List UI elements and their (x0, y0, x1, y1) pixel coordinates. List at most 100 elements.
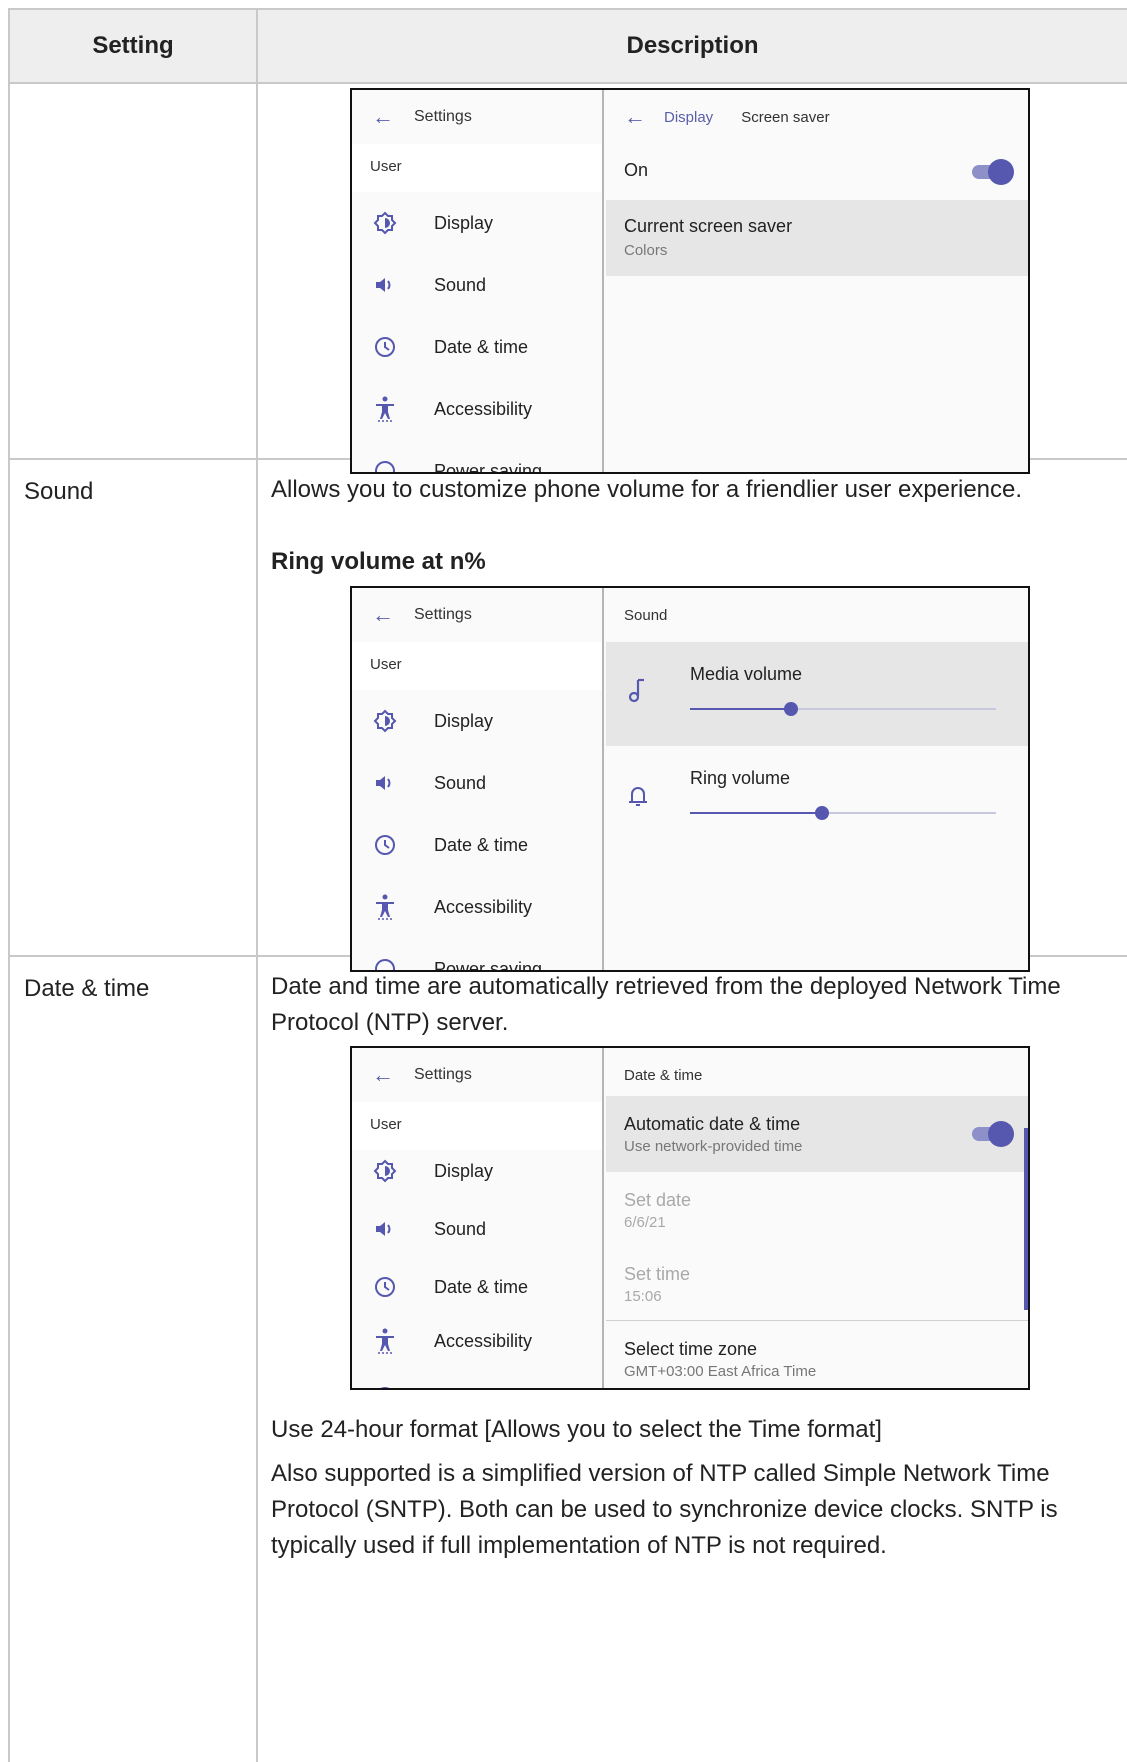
set-date-row[interactable]: Set date 6/6/21 (606, 1172, 1028, 1248)
select-time-zone-row[interactable]: Select time zone GMT+03:00 East Africa T… (606, 1321, 1028, 1388)
header-setting: Setting (92, 32, 174, 59)
on-label: On (624, 160, 649, 180)
clock-icon (370, 335, 400, 359)
back-arrow-icon[interactable]: ← (372, 602, 396, 628)
volume-icon (370, 275, 400, 295)
set-time-title: Set time (624, 1264, 691, 1284)
ring-volume-slider[interactable] (690, 806, 996, 820)
media-volume-row[interactable]: Media volume (606, 642, 1028, 746)
sidebar-item-label: Accessibility (434, 1330, 533, 1351)
automatic-date-time-title: Automatic date & time (624, 1114, 801, 1134)
screen-saver-panel: ← Display Screen saver On Current screen… (606, 90, 1028, 472)
select-time-zone-value: GMT+03:00 East Africa Time (624, 1363, 817, 1380)
sidebar-item-sound[interactable]: Sound (352, 1198, 602, 1260)
page-title: Screen saver (741, 108, 830, 126)
current-screen-saver-row[interactable]: Current screen saver Colors (606, 200, 1028, 276)
back-arrow-icon[interactable]: ← (372, 1062, 396, 1088)
brightness-icon (370, 211, 400, 235)
set-date-title: Set date (624, 1190, 692, 1210)
current-screen-saver-value: Colors (624, 242, 668, 259)
media-volume-label: Media volume (690, 664, 803, 684)
select-time-zone-title: Select time zone (624, 1339, 758, 1359)
sidebar-item-label: Date & time (434, 834, 529, 855)
settings-nav-header: ← Settings (352, 588, 602, 642)
table-header: Setting Description (10, 10, 1127, 84)
set-date-value: 6/6/21 (624, 1214, 666, 1231)
date-time-screenshot: ← Settings User Display Sound Date & tim… (350, 1046, 1030, 1390)
description-text: Date and time are automatically retrieve… (271, 973, 1061, 1036)
date-time-header: Date & time (606, 1048, 1028, 1102)
description-bold: Ring volume at n% (271, 548, 486, 575)
sidebar-item-label: Sound (434, 772, 487, 793)
sidebar-item-power-saving[interactable]: Power saving (352, 1366, 602, 1389)
sidebar-item-date-time[interactable]: Date & time (352, 316, 602, 378)
back-arrow-icon[interactable]: ← (372, 104, 396, 130)
header-description: Description (626, 32, 759, 59)
sidebar-item-power-saving[interactable]: Power saving (352, 440, 602, 472)
sidebar-item-label: Date & time (434, 336, 529, 357)
sidebar-item-label: Power saving (434, 1387, 542, 1389)
back-arrow-icon[interactable]: ← (624, 104, 646, 130)
automatic-date-time-row[interactable]: Automatic date & time Use network-provid… (606, 1096, 1028, 1172)
bell-icon (628, 784, 648, 813)
sidebar-item-date-time[interactable]: Date & time (352, 1256, 602, 1318)
settings-nav-panel: ← Settings User Display Sound Date & tim… (352, 1048, 604, 1388)
breadcrumb[interactable]: Display (664, 109, 713, 126)
sidebar-item-display[interactable]: Display (352, 192, 602, 254)
description-text: Use 24-hour format [Allows you to select… (271, 1416, 882, 1443)
media-volume-thumb[interactable] (783, 702, 798, 716)
sidebar-item-accessibility[interactable]: Accessibility (352, 378, 602, 440)
sidebar-item-sound[interactable]: Sound (352, 254, 602, 316)
accessibility-icon (370, 1328, 400, 1354)
setting-name: Date & time (24, 975, 150, 1002)
set-time-value: 15:06 (624, 1288, 662, 1305)
settings-section-user: User (352, 642, 602, 690)
settings-nav-title: Settings (414, 108, 472, 125)
sidebar-item-display[interactable]: Display (352, 1140, 602, 1202)
page-title: Sound (624, 606, 668, 624)
sound-header: Sound (606, 588, 1028, 642)
sidebar-item-display[interactable]: Display (352, 690, 602, 752)
ring-volume-row[interactable]: Ring volume (606, 746, 1028, 850)
power-icon (370, 1385, 400, 1388)
brightness-icon (370, 1159, 400, 1183)
screen-saver-on-row[interactable]: On (606, 144, 1028, 200)
column-divider (256, 10, 258, 1762)
screen-saver-toggle[interactable] (972, 159, 1014, 185)
sidebar-item-label: Sound (434, 1218, 487, 1239)
settings-nav-panel: ← Settings User Display Sound Date & tim… (352, 90, 604, 472)
sidebar-item-sound[interactable]: Sound (352, 752, 602, 814)
ring-volume-thumb[interactable] (814, 806, 829, 820)
scrollbar[interactable] (1024, 1128, 1028, 1310)
sidebar-item-accessibility[interactable]: Accessibility (352, 1310, 602, 1372)
ring-volume-fill (690, 812, 822, 814)
ring-volume-label: Ring volume (690, 768, 791, 788)
sound-panel: Sound Media volume Ring volume (606, 588, 1028, 970)
accessibility-icon (370, 894, 400, 920)
sound-screenshot: ← Settings User Display Sound Date & tim… (350, 586, 1030, 972)
settings-nav-title: Settings (414, 606, 472, 623)
sidebar-item-label: Date & time (434, 1276, 529, 1297)
page-title: Date & time (624, 1066, 703, 1084)
sidebar-item-date-time[interactable]: Date & time (352, 814, 602, 876)
media-volume-slider[interactable] (690, 702, 996, 716)
description-text: Also supported is a simplified version o… (271, 1460, 1058, 1559)
clock-icon (370, 833, 400, 857)
screen-saver-screenshot: ← Settings User Display Sound Date & tim… (350, 88, 1030, 474)
automatic-date-time-toggle[interactable] (972, 1121, 1014, 1147)
description-text: Allows you to customize phone volume for… (271, 476, 1023, 503)
media-volume-fill (690, 708, 791, 710)
set-time-row[interactable]: Set time 15:06 (606, 1248, 1028, 1320)
brightness-icon (370, 709, 400, 733)
sidebar-item-label: Display (434, 1160, 494, 1181)
sidebar-item-accessibility[interactable]: Accessibility (352, 876, 602, 938)
sidebar-item-label: Accessibility (434, 398, 533, 419)
sidebar-item-label: Display (434, 710, 494, 731)
volume-icon (370, 1219, 400, 1239)
sidebar-item-power-saving[interactable]: Power saving (352, 938, 602, 970)
screen-saver-header: ← Display Screen saver (606, 90, 1028, 144)
setting-name: Sound (24, 478, 94, 505)
date-time-panel: Date & time Automatic date & time Use ne… (606, 1048, 1028, 1388)
sidebar-item-label: Accessibility (434, 896, 533, 917)
settings-nav-panel: ← Settings User Display Sound Date & tim… (352, 588, 604, 970)
